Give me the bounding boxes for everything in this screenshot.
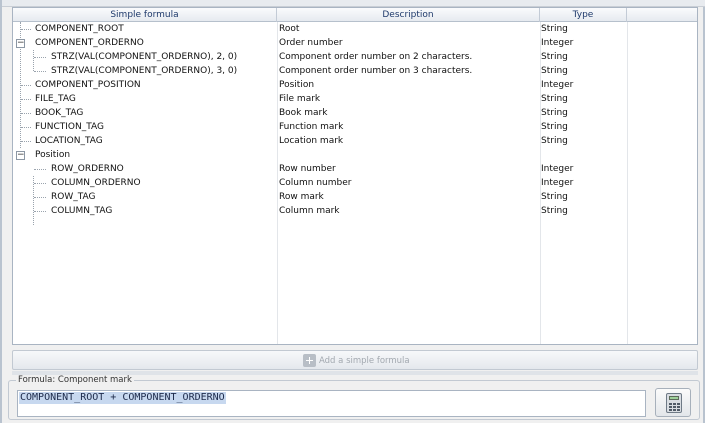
cell-description: Column number (279, 178, 352, 188)
table-row[interactable]: FILE_TAG File mark String (13, 92, 697, 106)
tree-line (21, 113, 31, 114)
cell-type: Integer (541, 178, 574, 188)
cell-type: Integer (541, 38, 574, 48)
cell-type: String (541, 136, 568, 146)
table-row[interactable]: ROW_TAG Row mark String (13, 190, 697, 204)
cell-description: Order number (279, 38, 343, 48)
window-frame: Simple formula Description Type COMPONEN… (0, 0, 705, 423)
cell-description: Row number (279, 164, 336, 174)
collapse-toggle-icon[interactable]: − (16, 151, 25, 160)
cell-simple-formula: COMPONENT_ORDERNO (35, 38, 144, 48)
formula-input[interactable]: COMPONENT_ROOT + COMPONENT_ORDERNO (17, 390, 646, 417)
cell-type: String (541, 206, 568, 216)
formula-builder-button[interactable] (655, 388, 691, 417)
cell-simple-formula: ROW_ORDERNO (51, 164, 124, 174)
table-row[interactable]: COLUMN_TAG Column mark String (13, 204, 697, 218)
calculator-icon (666, 393, 682, 413)
plus-icon (303, 354, 316, 367)
table-row[interactable]: FUNCTION_TAG Function mark String (13, 120, 697, 134)
tree-line (21, 85, 31, 86)
formula-group: Formula: Component mark COMPONENT_ROOT +… (8, 375, 700, 420)
cell-description: Root (279, 24, 300, 34)
cell-type: Integer (541, 164, 574, 174)
cell-simple-formula: COLUMN_TAG (51, 206, 113, 216)
cell-simple-formula: STRZ(VAL(COMPONENT_ORDERNO), 3, 0) (51, 66, 238, 76)
formula-legend: Formula: Component mark (16, 375, 134, 385)
tree-line (21, 99, 31, 100)
table-row[interactable]: LOCATION_TAG Location mark String (13, 134, 697, 148)
cell-type: String (541, 192, 568, 202)
add-simple-formula-label: Add a simple formula (319, 356, 410, 366)
cell-description: Column mark (279, 206, 340, 216)
top-edge (2, 0, 705, 7)
cell-description: Function mark (279, 122, 344, 132)
table-row[interactable]: − COMPONENT_ORDERNO Order number Integer (13, 36, 697, 50)
add-formula-bar: Add a simple formula (12, 350, 698, 370)
cell-simple-formula: LOCATION_TAG (35, 136, 103, 146)
cell-description: Book mark (279, 108, 328, 118)
collapse-toggle-icon[interactable]: − (16, 39, 25, 48)
tree-line (21, 29, 31, 30)
table-row[interactable]: COLUMN_ORDERNO Column number Integer (13, 176, 697, 190)
cell-type: String (541, 52, 568, 62)
tree-line (21, 127, 31, 128)
cell-simple-formula: FUNCTION_TAG (35, 122, 105, 132)
table-row[interactable]: STRZ(VAL(COMPONENT_ORDERNO), 2, 0) Compon… (13, 50, 697, 64)
simple-formula-tree-grid[interactable]: Simple formula Description Type COMPONEN… (12, 7, 698, 345)
cell-description (279, 148, 541, 162)
add-simple-formula-button[interactable]: Add a simple formula (303, 354, 410, 368)
table-row[interactable]: ROW_ORDERNO Row number Integer (13, 162, 697, 176)
cell-description: Component order number on 2 characters. (279, 52, 473, 62)
table-row[interactable]: COMPONENT_ROOT Root String (13, 22, 697, 36)
cell-type: String (541, 94, 568, 104)
cell-simple-formula: COMPONENT_ROOT (35, 24, 124, 34)
cell-simple-formula: FILE_TAG (35, 94, 76, 104)
cell-description: Position (279, 80, 315, 90)
cell-simple-formula: COLUMN_ORDERNO (51, 178, 141, 188)
cell-type: String (541, 108, 568, 118)
cell-description: File mark (279, 94, 321, 104)
cell-description: Component order number on 3 characters. (279, 66, 473, 76)
grid-header: Simple formula Description Type (13, 8, 697, 22)
column-header-type[interactable]: Type (540, 8, 627, 22)
cell-type: String (541, 122, 568, 132)
cell-simple-formula: ROW_TAG (51, 192, 96, 202)
tree-line (21, 141, 31, 142)
table-row[interactable]: BOOK_TAG Book mark String (13, 106, 697, 120)
cell-description: Row mark (279, 192, 324, 202)
cell-simple-formula: COMPONENT_POSITION (35, 80, 141, 90)
tree-line (34, 57, 46, 58)
table-row[interactable]: − Position (13, 148, 697, 162)
tree-line (34, 71, 46, 72)
cell-type: String (541, 66, 568, 76)
table-row[interactable]: STRZ(VAL(COMPONENT_ORDERNO), 3, 0) Compon… (13, 64, 697, 78)
cell-simple-formula: Position (35, 150, 71, 160)
cell-description: Location mark (279, 136, 344, 146)
cell-simple-formula: BOOK_TAG (35, 108, 84, 118)
tree-line (34, 211, 46, 212)
cell-simple-formula: STRZ(VAL(COMPONENT_ORDERNO), 2, 0) (51, 52, 238, 62)
cell-type (541, 148, 627, 162)
tree-line (34, 197, 46, 198)
tree-line (34, 169, 46, 170)
table-row[interactable]: COMPONENT_POSITION Position Integer (13, 78, 697, 92)
formula-text: COMPONENT_ROOT + COMPONENT_ORDERNO (19, 392, 226, 404)
column-header-simple-formula[interactable]: Simple formula (13, 8, 277, 22)
tree-line (34, 183, 46, 184)
cell-type: Integer (541, 80, 574, 90)
column-header-description[interactable]: Description (277, 8, 540, 22)
cell-type: String (541, 24, 568, 34)
